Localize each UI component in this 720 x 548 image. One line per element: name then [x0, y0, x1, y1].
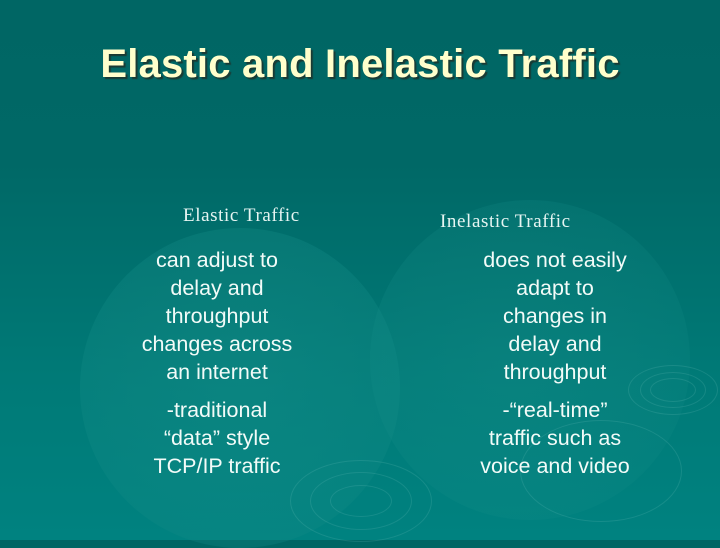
- slide-title: Elastic and Inelastic Traffic: [100, 42, 620, 86]
- text-line: TCP/IP traffic: [153, 454, 281, 478]
- text-line: throughput: [165, 304, 269, 328]
- text-line: -traditional: [166, 398, 268, 422]
- text-line: changes in: [503, 304, 607, 328]
- elastic-example: -traditional “data” style TCP/IP traffic: [97, 396, 337, 480]
- text-line: throughput: [503, 360, 607, 384]
- text-line: delay and: [170, 276, 264, 300]
- text-line: does not easily: [483, 248, 627, 272]
- inelastic-traffic-heading: Inelastic Traffic: [440, 211, 571, 232]
- text-line: can adjust to: [156, 248, 278, 272]
- text-line: an internet: [166, 360, 268, 384]
- elastic-description: can adjust to delay and throughput chang…: [97, 246, 337, 386]
- text-line: adapt to: [516, 276, 594, 300]
- text-line: “data” style: [163, 426, 271, 450]
- text-line: changes across: [141, 332, 293, 356]
- inelastic-description: does not easily adapt to changes in dela…: [435, 246, 675, 386]
- text-line: delay and: [508, 332, 602, 356]
- elastic-traffic-body: can adjust to delay and throughput chang…: [97, 246, 337, 480]
- text-line: voice and video: [480, 454, 630, 478]
- elastic-traffic-heading: Elastic Traffic: [183, 205, 300, 226]
- inelastic-example: -“real-time” traffic such as voice and v…: [435, 396, 675, 480]
- text-line: -“real-time”: [502, 398, 608, 422]
- inelastic-traffic-body: does not easily adapt to changes in dela…: [435, 246, 675, 480]
- text-line: traffic such as: [488, 426, 622, 450]
- slide: Elastic and Inelastic Traffic Elastic Tr…: [0, 0, 720, 548]
